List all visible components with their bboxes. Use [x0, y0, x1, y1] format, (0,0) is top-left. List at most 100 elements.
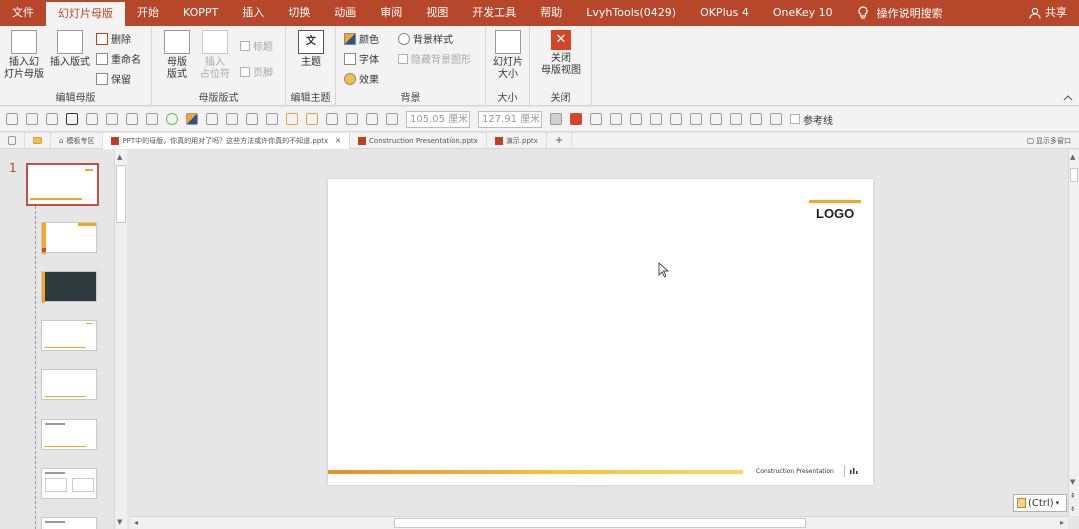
- copy-icon[interactable]: [26, 113, 38, 125]
- slide-vertical-scrollbar[interactable]: ▲ ▼ ⇞ ⇟: [1068, 150, 1079, 516]
- title-checkbox[interactable]: 标题: [240, 38, 273, 53]
- print-icon[interactable]: [6, 113, 18, 125]
- new-doc-button[interactable]: [0, 132, 25, 149]
- insert-placeholder-button[interactable]: 插入 占位符: [198, 30, 232, 81]
- layout-dropdown-icon[interactable]: [46, 113, 58, 125]
- tab-lvyhtools[interactable]: LvyhTools(0429): [574, 0, 688, 26]
- thumbnail-layout-6[interactable]: [41, 468, 97, 499]
- scroll-down-arrow-icon[interactable]: ▼: [1070, 478, 1075, 486]
- align-left-icon[interactable]: [630, 113, 642, 125]
- multi-window-button[interactable]: 显示多窗口: [1027, 136, 1071, 146]
- footer-presentation-text[interactable]: Construction Presentation: [756, 468, 834, 475]
- frame-icon[interactable]: [610, 113, 622, 125]
- scroll-up-arrow-icon[interactable]: ▲: [1070, 153, 1075, 161]
- outline-icon[interactable]: [246, 113, 258, 125]
- paste-options-button[interactable]: (Ctrl) ▾: [1013, 494, 1067, 512]
- hash-icon[interactable]: [146, 113, 158, 125]
- thumbnail-layout-5[interactable]: [41, 419, 97, 450]
- thumbnail-scrollbar[interactable]: ▲ ▼: [114, 150, 127, 529]
- rename-button[interactable]: 重命名: [96, 51, 141, 66]
- rotate-icon[interactable]: [730, 113, 742, 125]
- group-icon[interactable]: [386, 113, 398, 125]
- insert-layout-button[interactable]: 插入版式: [48, 30, 92, 69]
- doc-tab-file3[interactable]: 演示.pptx: [487, 132, 547, 149]
- thumbnail-layout-2[interactable]: [41, 271, 97, 303]
- tab-view[interactable]: 视图: [414, 0, 460, 26]
- colors-button[interactable]: 颜色: [344, 31, 379, 46]
- shape-icon[interactable]: [326, 113, 338, 125]
- guides-checkbox[interactable]: 参考线: [790, 112, 833, 127]
- tab-slide-master[interactable]: 幻灯片母版: [46, 2, 125, 26]
- highlight-icon[interactable]: [286, 113, 298, 125]
- preserve-button[interactable]: 保留: [96, 71, 131, 86]
- height-input[interactable]: 127.91 厘米: [478, 110, 542, 128]
- scroll-left-arrow-icon[interactable]: ◂: [134, 518, 138, 527]
- table-icon[interactable]: [126, 113, 138, 125]
- merge-icon[interactable]: [710, 113, 722, 125]
- insert-slide-master-button[interactable]: 插入幻 灯片母版: [4, 30, 44, 81]
- delete-red-icon[interactable]: [570, 113, 582, 125]
- fonts-button[interactable]: 字体: [344, 51, 379, 66]
- tab-developer[interactable]: 开发工具: [460, 0, 528, 26]
- next-slide-icon[interactable]: ⇟: [1070, 505, 1076, 513]
- tab-review[interactable]: 审阅: [368, 0, 414, 26]
- print-preview-icon[interactable]: [690, 113, 702, 125]
- distribute-icon[interactable]: [670, 113, 682, 125]
- arrange-icon[interactable]: [346, 113, 358, 125]
- pen-icon[interactable]: [106, 113, 118, 125]
- delete-button[interactable]: 删除: [96, 31, 131, 46]
- doc-tab-templates[interactable]: ⌂ 模板专区: [51, 132, 104, 149]
- tab-okplus[interactable]: OKPlus 4: [688, 0, 761, 26]
- magic-icon[interactable]: [770, 113, 782, 125]
- slide-horizontal-scrollbar[interactable]: ◂ ▸: [130, 516, 1068, 529]
- scroll-up-arrow-icon[interactable]: ▲: [117, 153, 122, 161]
- logo-text[interactable]: LOGO: [816, 206, 854, 221]
- font-color-icon[interactable]: [86, 113, 98, 125]
- footer-checkbox[interactable]: 页脚: [240, 64, 273, 79]
- bg-styles-button[interactable]: 背景样式: [398, 31, 453, 46]
- scroll-right-arrow-icon[interactable]: ▸: [1060, 518, 1064, 527]
- thumbnail-layout-1[interactable]: [41, 222, 97, 254]
- chart-icon[interactable]: [306, 113, 318, 125]
- close-master-view-button[interactable]: ✕ 关闭 母版视图: [536, 30, 586, 77]
- doc-tab-file1[interactable]: PPT中的母版，你真的用对了吗？这些方法或许你真的不知道.pptx ✕: [103, 132, 351, 149]
- share-button[interactable]: 共享: [1029, 0, 1067, 26]
- hide-bg-graphics-checkbox[interactable]: 隐藏背景图形: [398, 51, 471, 66]
- prev-slide-icon[interactable]: ⇞: [1070, 492, 1076, 500]
- slide-size-button[interactable]: 幻灯片 大小: [490, 30, 526, 81]
- text-icon[interactable]: [66, 113, 78, 125]
- master-layout-button[interactable]: 母版 版式: [160, 30, 194, 81]
- add-tab-button[interactable]: +: [547, 132, 573, 149]
- themes-button[interactable]: 文 主题: [296, 30, 326, 69]
- tab-animations[interactable]: 动画: [322, 0, 368, 26]
- width-input[interactable]: 105.05 厘米: [406, 110, 470, 128]
- scroll-down-arrow-icon[interactable]: ▼: [117, 518, 122, 526]
- slide-view-icon[interactable]: [550, 113, 562, 125]
- thumbnail-layout-3[interactable]: [41, 320, 97, 351]
- effects-button[interactable]: 效果: [344, 71, 379, 86]
- scroll-thumb[interactable]: [116, 165, 126, 223]
- tab-home[interactable]: 开始: [125, 0, 171, 26]
- tab-file[interactable]: 文件: [0, 0, 46, 26]
- circle-shape-icon[interactable]: [166, 113, 178, 125]
- thumbnail-layout-4[interactable]: [41, 369, 97, 400]
- tab-koppt[interactable]: KOPPT: [171, 0, 230, 26]
- align-icon[interactable]: [366, 113, 378, 125]
- thumbnail-master[interactable]: [26, 163, 99, 206]
- collapse-ribbon-icon[interactable]: [1063, 95, 1073, 101]
- brush-icon[interactable]: [266, 113, 278, 125]
- paint-bucket-icon[interactable]: [206, 113, 218, 125]
- eyedropper-icon[interactable]: [226, 113, 238, 125]
- close-tab-icon[interactable]: ✕: [335, 133, 341, 149]
- scroll-thumb[interactable]: [1070, 168, 1078, 182]
- tab-help[interactable]: 帮助: [528, 0, 574, 26]
- tab-onekey[interactable]: OneKey 10: [761, 0, 845, 26]
- align-right-icon[interactable]: [650, 113, 662, 125]
- crop-icon[interactable]: [590, 113, 602, 125]
- fill-color-icon[interactable]: [186, 113, 198, 125]
- doc-tab-file2[interactable]: Construction Presentation.pptx: [350, 132, 487, 149]
- slide-canvas[interactable]: LOGO Construction Presentation: [328, 179, 873, 485]
- tell-me-search[interactable]: 操作说明搜索: [845, 5, 943, 21]
- flip-icon[interactable]: [750, 113, 762, 125]
- tab-insert[interactable]: 插入: [230, 0, 276, 26]
